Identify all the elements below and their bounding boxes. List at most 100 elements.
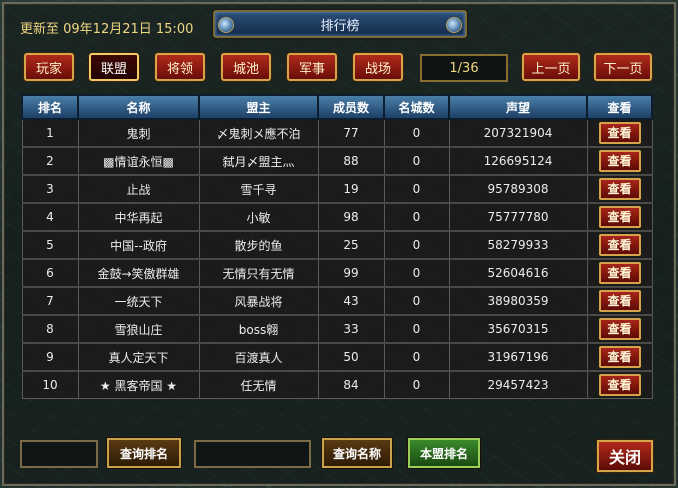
- cell-alliance-name: 金鼓→笑傲群雄: [77, 258, 200, 288]
- cell-view: 查看: [586, 370, 653, 399]
- view-alliance-button[interactable]: 查看: [598, 374, 641, 396]
- cell-prestige: 75777780: [448, 202, 588, 232]
- cell-rank: 4: [21, 202, 79, 232]
- tab-military[interactable]: 军事: [287, 53, 337, 81]
- table-row: 6 金鼓→笑傲群雄 无情只有无情 99 0 52604616 查看: [21, 258, 653, 288]
- cell-leader: 雪千寻: [198, 174, 319, 204]
- cell-rank: 1: [21, 118, 79, 148]
- view-alliance-button[interactable]: 查看: [598, 122, 641, 144]
- cell-cities: 0: [383, 314, 450, 344]
- cell-view: 查看: [586, 118, 653, 148]
- table-row: 3 止战 雪千寻 19 0 95789308 查看: [21, 174, 653, 204]
- column-header-rank: 排名: [21, 94, 79, 120]
- cell-leader: 风暴战将: [198, 286, 319, 316]
- cell-view: 查看: [586, 146, 653, 176]
- cell-prestige: 52604616: [448, 258, 588, 288]
- table-row: 2 ▩情谊永恒▩ 弑月〆盟主灬 88 0 126695124 查看: [21, 146, 653, 176]
- cell-cities: 0: [383, 146, 450, 176]
- cell-leader: boss翱: [198, 314, 319, 344]
- cell-cities: 0: [383, 370, 450, 399]
- window-title-bar: 排行榜: [213, 10, 467, 38]
- tab-city[interactable]: 城池: [221, 53, 271, 81]
- view-alliance-button[interactable]: 查看: [598, 346, 641, 368]
- cell-rank: 7: [21, 286, 79, 316]
- cell-alliance-name: 鬼刺: [77, 118, 200, 148]
- cell-view: 查看: [586, 314, 653, 344]
- view-alliance-button[interactable]: 查看: [598, 262, 641, 284]
- cell-cities: 0: [383, 202, 450, 232]
- cell-prestige: 126695124: [448, 146, 588, 176]
- page-indicator: 1/36: [420, 54, 508, 82]
- update-time: 更新至 09年12月21日 15:00: [20, 22, 194, 37]
- cell-leader: 弑月〆盟主灬: [198, 146, 319, 176]
- cell-leader: 百渡真人: [198, 342, 319, 372]
- cell-rank: 2: [21, 146, 79, 176]
- view-alliance-button[interactable]: 查看: [598, 318, 641, 340]
- cell-cities: 0: [383, 230, 450, 260]
- cell-cities: 0: [383, 342, 450, 372]
- name-query-input[interactable]: [194, 440, 311, 468]
- cell-cities: 0: [383, 118, 450, 148]
- cell-view: 查看: [586, 258, 653, 288]
- cell-rank: 6: [21, 258, 79, 288]
- cell-members: 19: [317, 174, 385, 204]
- tab-general[interactable]: 将领: [155, 53, 205, 81]
- cell-alliance-name: 中华再起: [77, 202, 200, 232]
- view-alliance-button[interactable]: 查看: [598, 234, 641, 256]
- cell-prestige: 58279933: [448, 230, 588, 260]
- cell-alliance-name: 雪狼山庄: [77, 314, 200, 344]
- column-header-leader: 盟主: [198, 94, 319, 120]
- prev-page-button[interactable]: 上一页: [522, 53, 580, 81]
- cell-rank: 8: [21, 314, 79, 344]
- view-alliance-button[interactable]: 查看: [598, 290, 641, 312]
- cell-view: 查看: [586, 230, 653, 260]
- tab-battlefield[interactable]: 战场: [353, 53, 403, 81]
- cell-members: 88: [317, 146, 385, 176]
- cell-rank: 3: [21, 174, 79, 204]
- cell-cities: 0: [383, 286, 450, 316]
- cell-prestige: 31967196: [448, 342, 588, 372]
- table-row: 8 雪狼山庄 boss翱 33 0 35670315 查看: [21, 314, 653, 344]
- cell-leader: 无情只有无情: [198, 258, 319, 288]
- table-header-row: 排名 名称 盟主 成员数 名城数 声望 查看: [21, 94, 653, 120]
- query-name-button[interactable]: 查询名称: [322, 438, 392, 468]
- cell-leader: 小敏: [198, 202, 319, 232]
- table-row: 9 真人定天下 百渡真人 50 0 31967196 查看: [21, 342, 653, 372]
- column-header-prestige: 声望: [448, 94, 588, 120]
- cell-view: 查看: [586, 202, 653, 232]
- rank-query-input[interactable]: [20, 440, 98, 468]
- cell-alliance-name: 中国--政府: [77, 230, 200, 260]
- cell-members: 77: [317, 118, 385, 148]
- table-row: 10 ★ 黑客帝国 ★ 任无情 84 0 29457423 查看: [21, 370, 653, 399]
- view-alliance-button[interactable]: 查看: [598, 178, 641, 200]
- view-alliance-button[interactable]: 查看: [598, 206, 641, 228]
- my-alliance-rank-button[interactable]: 本盟排名: [408, 438, 480, 468]
- window-title: 排行榜: [320, 18, 360, 34]
- cell-members: 84: [317, 370, 385, 399]
- cell-leader: 〆鬼刺メ應不泊: [198, 118, 319, 148]
- query-rank-button[interactable]: 查询排名: [107, 438, 181, 468]
- cell-prestige: 207321904: [448, 118, 588, 148]
- tab-alliance[interactable]: 联盟: [89, 53, 139, 81]
- cell-members: 50: [317, 342, 385, 372]
- cell-view: 查看: [586, 286, 653, 316]
- cell-alliance-name: 真人定天下: [77, 342, 200, 372]
- next-page-button[interactable]: 下一页: [594, 53, 652, 81]
- table-row: 4 中华再起 小敏 98 0 75777780 查看: [21, 202, 653, 232]
- tab-player[interactable]: 玩家: [24, 53, 74, 81]
- alliance-ranking-table: 排名 名称 盟主 成员数 名城数 声望 查看 1 鬼刺 〆鬼刺メ應不泊 77 0 2073…: [21, 94, 653, 399]
- column-header-name: 名称: [77, 94, 200, 120]
- cell-prestige: 29457423: [448, 370, 588, 399]
- column-header-cities: 名城数: [383, 94, 450, 120]
- cell-alliance-name: ★ 黑客帝国 ★: [77, 370, 200, 399]
- column-header-view: 查看: [586, 94, 653, 120]
- cell-leader: 任无情: [198, 370, 319, 399]
- cell-prestige: 35670315: [448, 314, 588, 344]
- column-header-members: 成员数: [317, 94, 385, 120]
- cell-alliance-name: ▩情谊永恒▩: [77, 146, 200, 176]
- cell-members: 98: [317, 202, 385, 232]
- table-row: 1 鬼刺 〆鬼刺メ應不泊 77 0 207321904 查看: [21, 118, 653, 148]
- cell-view: 查看: [586, 342, 653, 372]
- view-alliance-button[interactable]: 查看: [598, 150, 641, 172]
- close-button[interactable]: 关闭: [597, 440, 653, 472]
